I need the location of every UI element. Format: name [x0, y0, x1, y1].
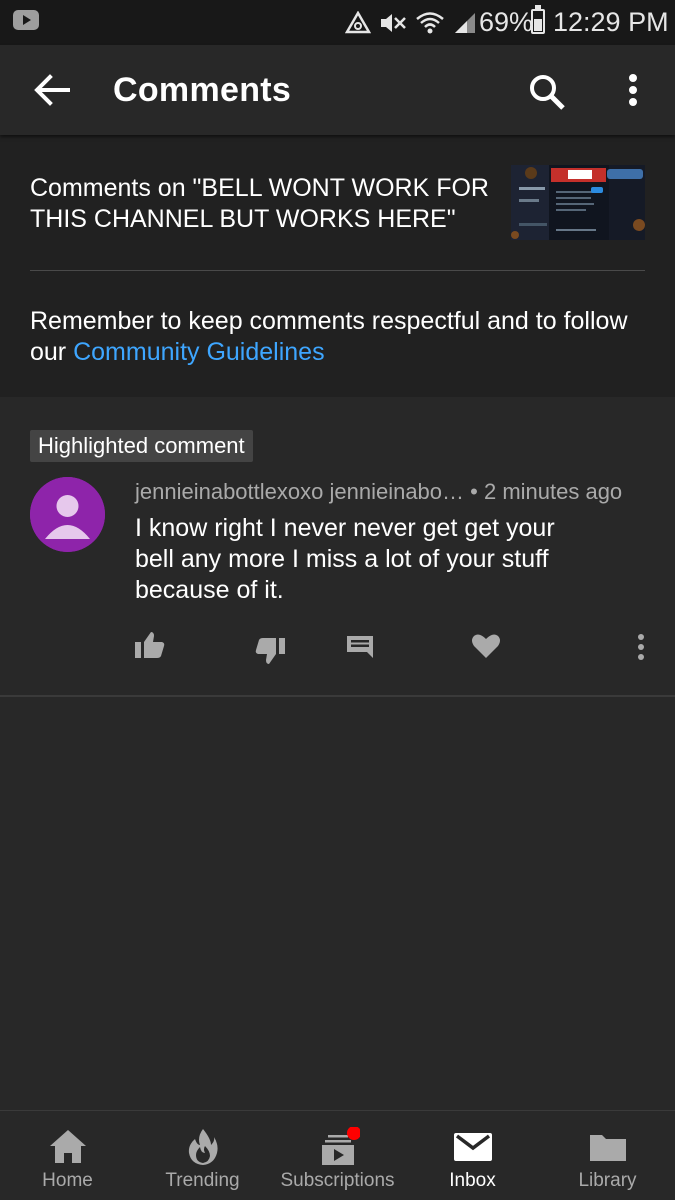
comments-header: Comments on "BELL WONT WORK FOR THIS CHA…	[0, 135, 675, 397]
video-title: Comments on "BELL WONT WORK FOR THIS CHA…	[30, 174, 489, 233]
highlighted-comment: Highlighted comment jennieinabottlexoxo …	[0, 397, 675, 695]
battery-percent: 69%	[479, 7, 534, 37]
search-button[interactable]	[525, 70, 569, 114]
comment-meta: jennieinabottlexoxo jennieinabo… • 2 min…	[135, 479, 622, 505]
comment-author[interactable]: jennieinabottlexoxo jennieinabo…	[135, 479, 464, 504]
comment-text: I know right I never never get get your …	[135, 514, 555, 604]
notification-dot	[346, 1127, 360, 1140]
meta-separator: •	[464, 479, 484, 504]
comment-actions	[0, 630, 675, 674]
comment-divider	[0, 695, 675, 697]
guidelines-notice: Remember to keep comments respectful and…	[30, 306, 630, 368]
comment-time: 2 minutes ago	[483, 479, 623, 504]
comment-more-button[interactable]	[634, 630, 648, 670]
heart-icon	[472, 634, 500, 658]
wifi-icon	[416, 12, 444, 34]
back-button[interactable]	[28, 70, 76, 110]
thumb-down-icon	[255, 638, 285, 664]
heart-button[interactable]	[470, 630, 502, 670]
subscriptions-icon	[321, 1127, 360, 1165]
status-bar: 69% 12:29 PM	[0, 0, 675, 45]
comment-icon	[347, 636, 373, 658]
tab-label: Inbox	[449, 1170, 496, 1191]
tab-inbox[interactable]: Inbox	[405, 1111, 540, 1200]
app-bar: Comments	[0, 45, 675, 135]
more-options-button[interactable]	[620, 70, 646, 114]
more-vert-icon	[638, 634, 644, 660]
thumbnail-image	[511, 165, 645, 240]
tab-subscriptions[interactable]: Subscriptions	[270, 1111, 405, 1200]
reply-button[interactable]	[345, 630, 377, 670]
data-saver-icon	[345, 11, 371, 34]
home-icon	[49, 1130, 86, 1163]
header-divider	[30, 270, 645, 271]
trending-icon	[188, 1129, 218, 1165]
dislike-button[interactable]	[253, 630, 287, 670]
tab-label: Trending	[165, 1170, 240, 1191]
avatar[interactable]	[30, 477, 105, 552]
signal-icon	[455, 13, 475, 33]
bottom-navigation: Home Trending Subscriptions Inbox Librar…	[0, 1110, 675, 1200]
arrow-back-icon	[34, 74, 70, 106]
clock: 12:29 PM	[553, 7, 669, 37]
inbox-icon	[453, 1133, 492, 1161]
mute-icon	[381, 14, 406, 32]
tab-label: Home	[42, 1170, 93, 1191]
status-icons	[345, 8, 477, 38]
thumb-up-icon	[135, 632, 165, 658]
video-thumbnail[interactable]	[511, 165, 645, 240]
youtube-notification-icon	[13, 10, 39, 30]
library-icon	[589, 1135, 626, 1161]
tab-trending[interactable]: Trending	[135, 1111, 270, 1200]
more-vert-icon	[629, 74, 637, 106]
tab-home[interactable]: Home	[0, 1111, 135, 1200]
tab-library[interactable]: Library	[540, 1111, 675, 1200]
default-avatar-icon	[30, 477, 105, 552]
search-icon	[530, 75, 565, 110]
highlighted-comment-badge: Highlighted comment	[30, 430, 253, 462]
page-title: Comments	[113, 71, 292, 109]
like-button[interactable]	[133, 630, 167, 670]
tab-label: Library	[578, 1170, 637, 1191]
tab-label: Subscriptions	[280, 1170, 395, 1191]
community-guidelines-link[interactable]: Community Guidelines	[73, 338, 325, 366]
battery-icon	[531, 5, 545, 34]
